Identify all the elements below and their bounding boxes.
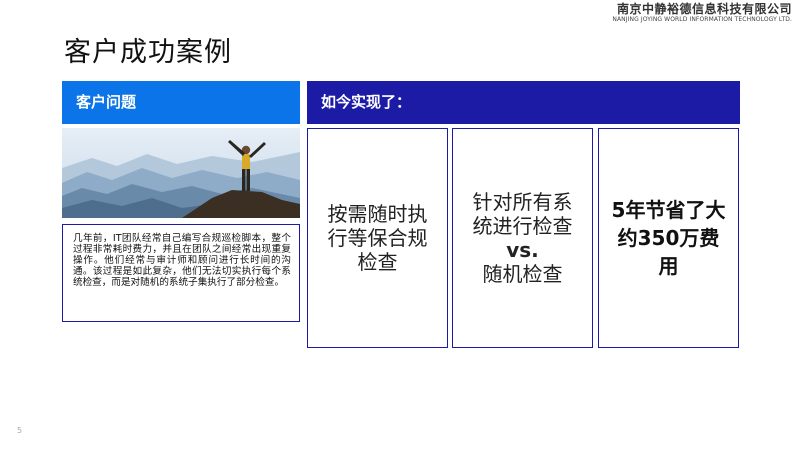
mountain-photo [62, 128, 300, 218]
customer-problem-header: 客户问题 [62, 81, 300, 124]
result-card-coverage-top: 针对所有系统进行检查 [472, 190, 573, 238]
result-card-compliance-text: 按需随时执行等保合规检查 [327, 202, 428, 274]
result-card-compliance: 按需随时执行等保合规检查 [307, 128, 448, 348]
company-name-en: NANJING JOYING WORLD INFORMATION TECHNOL… [612, 16, 792, 23]
achievements-header: 如今实现了： [307, 81, 740, 124]
company-logo-text: 南京中静裕德信息科技有限公司 NANJING JOYING WORLD INFO… [612, 3, 792, 23]
company-name-cn: 南京中静裕德信息科技有限公司 [616, 2, 792, 16]
mountain-photo-image [62, 128, 300, 218]
page-number: 5 [17, 426, 23, 435]
result-card-coverage-vs: vs. [506, 238, 539, 262]
result-card-coverage: 针对所有系统进行检查 vs. 随机检查 [452, 128, 593, 348]
customer-story-text: 几年前，IT团队经常自己编写合规巡检脚本，整个过程非常耗时费力，并且在团队之间经… [62, 224, 300, 322]
result-card-coverage-bottom: 随机检查 [482, 262, 563, 286]
result-card-savings-text: 5年节省了大约350万费用 [611, 198, 726, 278]
result-card-savings: 5年节省了大约350万费用 [598, 128, 739, 348]
slide-title: 客户成功案例 [64, 37, 232, 68]
